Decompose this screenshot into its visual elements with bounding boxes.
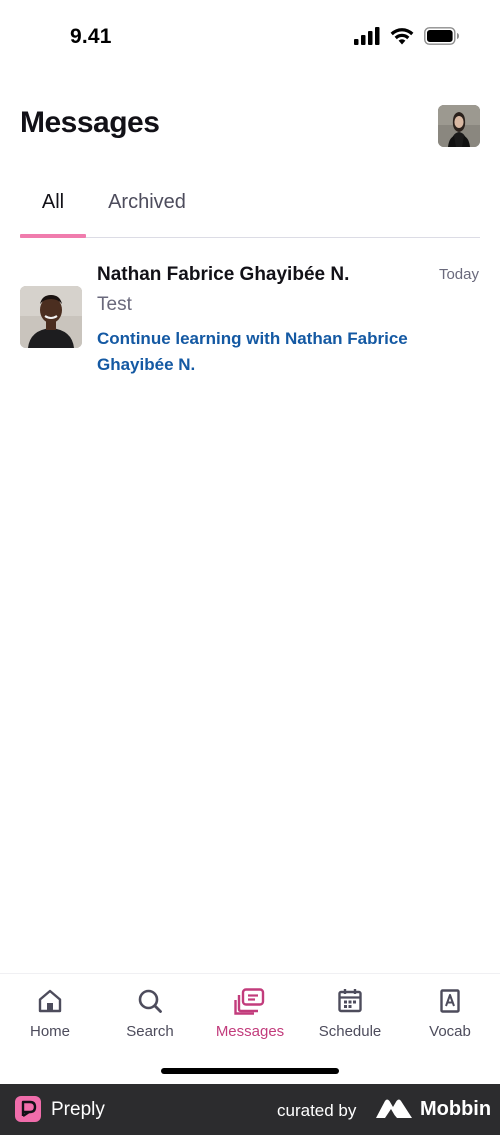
bottom-nav: Home Search Messages Schedule Vocab bbox=[0, 973, 500, 1084]
nav-item-search[interactable]: Search bbox=[100, 974, 200, 1054]
profile-photo bbox=[438, 105, 480, 147]
curated-by-label: curated by bbox=[277, 1101, 357, 1120]
tab-archived-label: Archived bbox=[108, 191, 186, 213]
page-title: Messages bbox=[20, 106, 160, 139]
preply-logo-mark bbox=[21, 1100, 37, 1117]
tutor-photo bbox=[20, 286, 82, 348]
nav-label-messages: Messages bbox=[215, 1023, 285, 1040]
wifi-icon bbox=[390, 28, 414, 45]
message-tabs: All Archived bbox=[20, 178, 480, 238]
calendar-icon bbox=[338, 989, 362, 1013]
nav-item-home[interactable]: Home bbox=[0, 974, 100, 1054]
nav-label-vocab: Vocab bbox=[429, 1023, 471, 1040]
nav-label-schedule: Schedule bbox=[318, 1023, 382, 1040]
messages-icon bbox=[234, 988, 265, 1015]
conversation-date: Today bbox=[438, 266, 479, 283]
mobbin-brand-name: Mobbin bbox=[420, 1098, 492, 1120]
battery-icon bbox=[424, 27, 459, 45]
search-icon bbox=[138, 989, 162, 1013]
tutor-avatar bbox=[20, 286, 82, 348]
conversation-item[interactable]: Nathan Fabrice Ghayibée N. Today Test Co… bbox=[20, 252, 480, 382]
nav-item-vocab[interactable]: Vocab bbox=[400, 974, 500, 1054]
nav-item-messages[interactable]: Messages bbox=[200, 974, 300, 1054]
active-tab-indicator bbox=[20, 234, 86, 238]
conversation-preview: Test bbox=[97, 294, 132, 315]
footer-banner: Preply curated by Mobbin bbox=[0, 1084, 500, 1135]
conversation-name: Nathan Fabrice Ghayibée N. bbox=[97, 264, 350, 285]
home-icon bbox=[38, 989, 62, 1013]
tab-all[interactable]: All bbox=[20, 178, 86, 238]
status-icons bbox=[354, 27, 460, 45]
cellular-signal-icon bbox=[354, 27, 380, 45]
mobbin-logo bbox=[376, 1099, 412, 1118]
profile-avatar[interactable] bbox=[438, 105, 480, 147]
home-indicator bbox=[161, 1068, 339, 1074]
tab-all-label: All bbox=[41, 191, 65, 213]
preply-logo bbox=[15, 1096, 41, 1122]
tab-archived[interactable]: Archived bbox=[86, 178, 208, 238]
vocab-icon bbox=[440, 989, 460, 1013]
nav-label-home: Home bbox=[29, 1023, 70, 1040]
continue-learning-link[interactable]: Continue learning with Nathan Fabrice Gh… bbox=[97, 326, 457, 378]
preply-brand-name: Preply bbox=[51, 1099, 105, 1120]
nav-item-schedule[interactable]: Schedule bbox=[300, 974, 400, 1054]
nav-label-search: Search bbox=[126, 1023, 174, 1040]
status-bar: 9.41 bbox=[0, 0, 500, 70]
status-time: 9.41 bbox=[70, 25, 112, 48]
